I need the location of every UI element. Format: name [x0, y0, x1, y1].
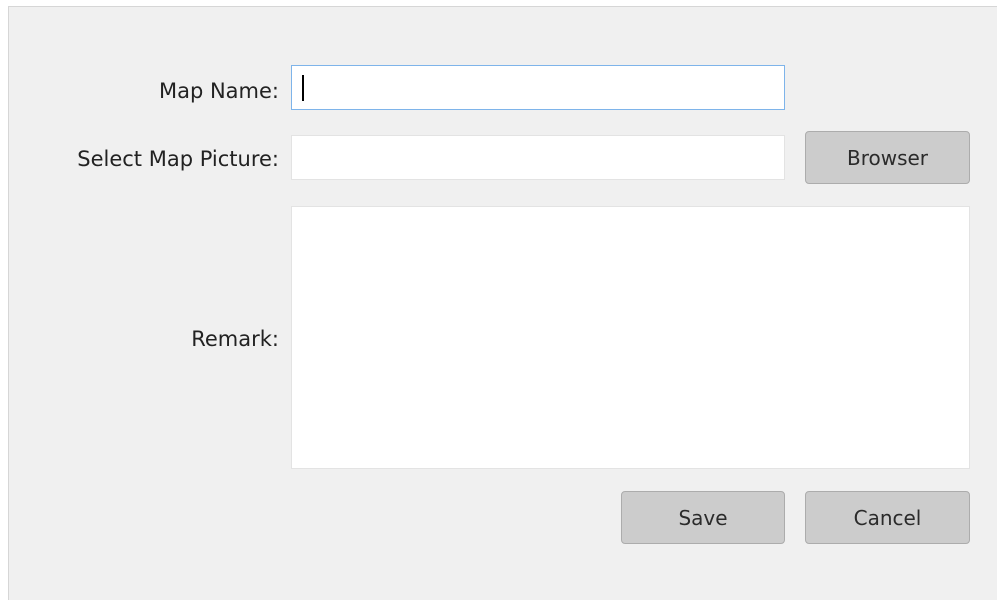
- map-dialog: Map Name: Select Map Picture: Browser Re…: [8, 6, 997, 600]
- remark-label: Remark:: [191, 327, 279, 351]
- text-caret: [302, 75, 304, 101]
- map-picture-path-input[interactable]: [291, 135, 785, 180]
- select-map-picture-label: Select Map Picture:: [77, 147, 279, 171]
- map-name-input[interactable]: [291, 65, 785, 110]
- map-name-label: Map Name:: [158, 79, 279, 103]
- remark-textarea[interactable]: [291, 206, 970, 469]
- save-button[interactable]: Save: [621, 491, 785, 544]
- cancel-button[interactable]: Cancel: [805, 491, 970, 544]
- browse-button[interactable]: Browser: [805, 131, 970, 184]
